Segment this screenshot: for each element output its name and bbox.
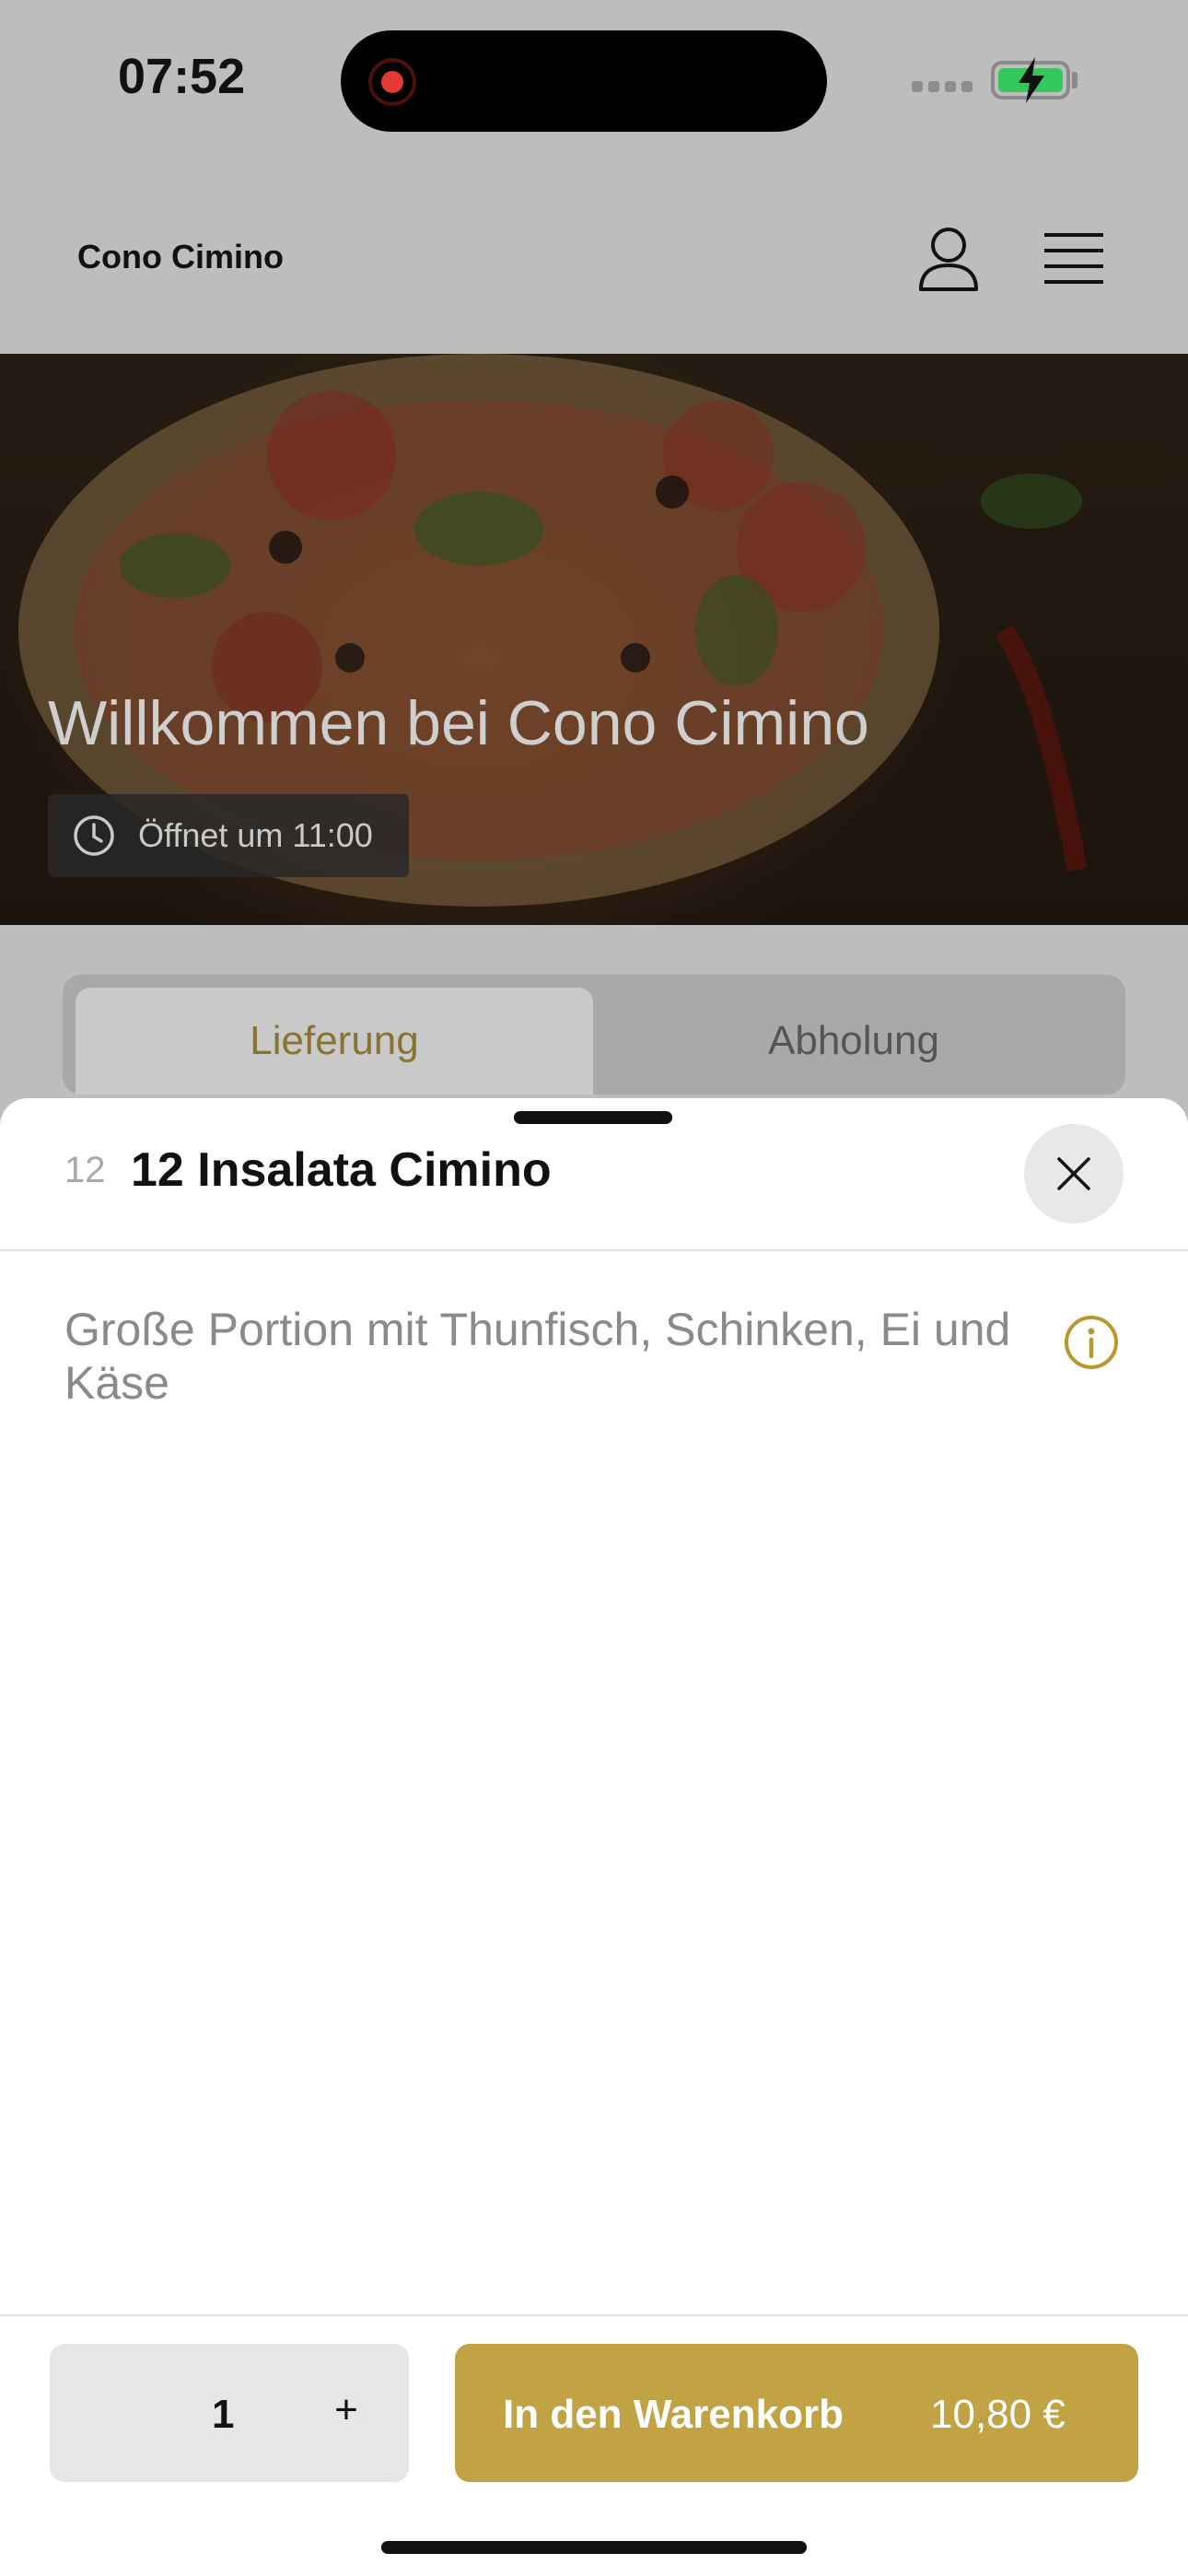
- order-type-tabs: Lieferung Abholung: [63, 975, 1125, 1095]
- footer-divider: [0, 2314, 1188, 2316]
- clock-icon: [74, 815, 114, 856]
- menu-icon[interactable]: [1044, 232, 1103, 286]
- close-icon: [1057, 1157, 1090, 1190]
- signal-icon: [912, 81, 973, 98]
- item-title: 12 Insalata Cimino: [131, 1143, 552, 1197]
- home-indicator[interactable]: [381, 2541, 807, 2554]
- battery-cap: [1072, 72, 1077, 88]
- item-description: Große Portion mit Thunfisch, Schinken, E…: [64, 1304, 1011, 1409]
- opening-text: Öffnet um 11:00: [138, 816, 373, 854]
- status-time: 07:52: [118, 49, 246, 104]
- sheet-grabber[interactable]: [514, 1111, 672, 1124]
- item-number: 12: [64, 1150, 106, 1190]
- info-icon[interactable]: [1063, 1314, 1120, 1371]
- record-indicator-icon: [368, 58, 416, 106]
- opening-badge: Öffnet um 11:00: [48, 794, 409, 877]
- brand-name[interactable]: Cono Cimino: [77, 238, 284, 276]
- item-price: 10,80 €: [930, 2392, 1066, 2437]
- quantity-value: 1: [212, 2392, 235, 2437]
- tab-lieferung[interactable]: Lieferung: [76, 988, 593, 1095]
- add-to-cart-label: In den Warenkorb: [503, 2392, 844, 2437]
- sheet-divider: [0, 1249, 1188, 1251]
- hero-banner: Willkommen bei Cono Cimino Öffnet um 11:…: [0, 354, 1188, 925]
- tab-abholung[interactable]: Abholung: [595, 988, 1112, 1095]
- bolt-icon: [1019, 57, 1044, 103]
- increase-quantity-button[interactable]: +: [328, 2384, 365, 2436]
- user-icon[interactable]: [917, 225, 980, 291]
- hero-title: Willkommen bei Cono Cimino: [48, 688, 869, 758]
- close-button[interactable]: [1024, 1124, 1124, 1224]
